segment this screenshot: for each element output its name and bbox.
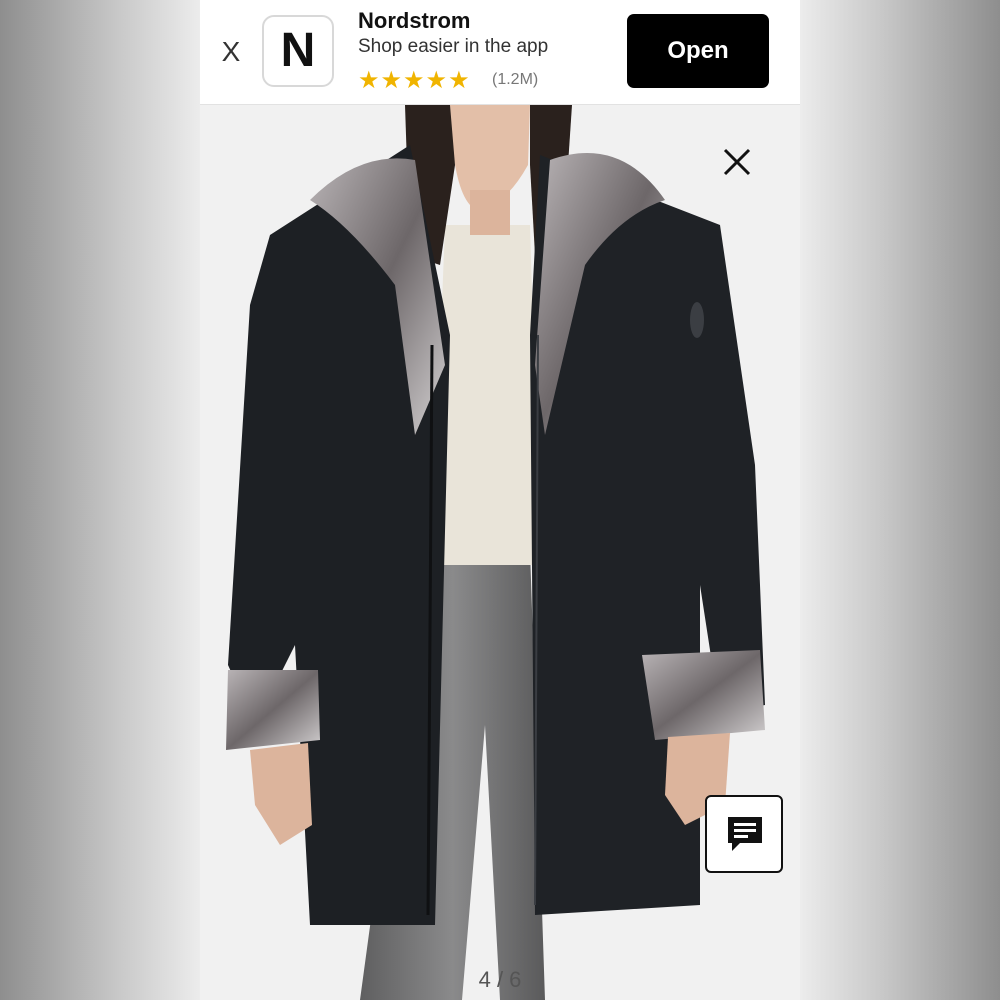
rating-count: (1.2M) <box>492 71 539 88</box>
rating-stars: ★★★★★ <box>358 67 471 94</box>
app-icon-letter: N <box>280 24 316 77</box>
phone-screen: X N Nordstrom Shop easier in the app ★★★… <box>200 0 800 1000</box>
open-app-button[interactable]: Open <box>627 14 769 88</box>
backdrop-left <box>0 0 200 1000</box>
product-image[interactable]: 4 / 6 <box>200 105 800 1000</box>
chat-icon <box>728 817 762 851</box>
app-tagline: Shop easier in the app <box>358 36 549 57</box>
close-icon <box>723 148 751 176</box>
gallery-close-button[interactable] <box>720 145 754 179</box>
image-counter: 4 / 6 <box>478 967 522 992</box>
banner-close-button[interactable]: X <box>218 36 244 68</box>
backdrop-right <box>800 0 1000 1000</box>
chat-button[interactable] <box>705 795 783 873</box>
app-name: Nordstrom <box>358 8 471 33</box>
app-download-banner: X N Nordstrom Shop easier in the app ★★★… <box>200 0 800 105</box>
app-icon: N <box>262 15 334 87</box>
